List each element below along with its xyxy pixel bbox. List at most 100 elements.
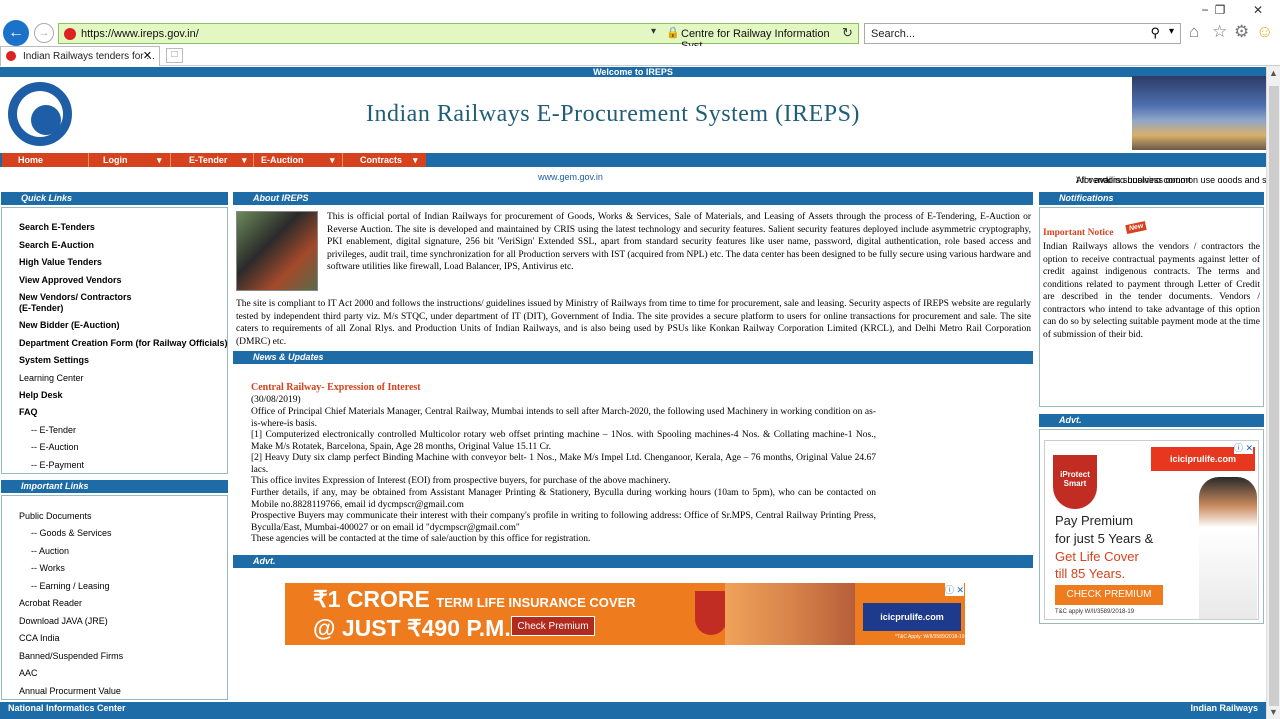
close-window-button[interactable]: ✕ (1243, 3, 1273, 19)
il-acrobat-reader[interactable]: Acrobat Reader (19, 598, 82, 608)
il-cca-india[interactable]: CCA India (19, 633, 60, 643)
page-scrollbar[interactable]: ▲ ▼ (1266, 66, 1280, 719)
news-line: Prospective Buyers may communicate their… (251, 511, 876, 533)
refresh-icon[interactable]: ↻ (842, 25, 853, 41)
news-line: [1] Computerized electronically controll… (251, 430, 876, 452)
ad-check-premium-button[interactable]: Check Premium (511, 616, 595, 636)
browser-nav-bar: ← → https://www.ireps.gov.in/ ▾ 🔒 Centre… (0, 20, 1280, 52)
news-line: Office of Principal Chief Materials Mana… (251, 407, 876, 429)
ql-faq-e-auction[interactable]: -- E-Auction (31, 442, 79, 452)
tab-bar: Indian Railways tenders for ... ✕ □ (0, 46, 1280, 66)
search-placeholder[interactable]: Search... (871, 28, 915, 40)
ql-system-settings[interactable]: System Settings (19, 355, 89, 365)
ql-faq-e-payment[interactable]: -- E-Payment (31, 460, 84, 470)
close-tab-icon[interactable]: ✕ (143, 49, 152, 62)
quick-links-heading: Quick Links (1, 192, 228, 205)
menu-home[interactable]: Home (18, 154, 43, 166)
indian-railways-logo[interactable] (8, 82, 72, 146)
address-dropdown-icon[interactable]: ▾ (651, 26, 656, 37)
web-page: Welcome to IREPS Indian Railways E-Procu… (0, 66, 1266, 719)
ql-new-vendors-etender[interactable]: (E-Tender) (19, 303, 63, 313)
settings-gear-icon[interactable]: ⚙ (1234, 22, 1249, 42)
insurance-banner-ad[interactable]: ₹1 CRORE TERM LIFE INSURANCE COVER @ JUS… (285, 583, 965, 645)
menu-e-tender-caret-icon[interactable]: ▾ (242, 154, 247, 166)
news-item-date: (30/08/2019) (251, 395, 301, 405)
news-line: This office invites Expression of Intere… (251, 476, 671, 486)
ql-search-e-tenders[interactable]: Search E-Tenders (19, 222, 95, 232)
il-download-java[interactable]: Download JAVA (JRE) (19, 616, 108, 626)
tab-favicon-icon (6, 51, 16, 61)
side-insurance-ad[interactable]: iProtect Smart iciciprulife.com Pay Prem… (1044, 440, 1259, 620)
footer-nic[interactable]: National Informatics Center (8, 703, 126, 713)
il-annual-procurement-value[interactable]: Annual Procurment Value (19, 686, 121, 696)
side-ad-info-close-icon[interactable]: ⓘ ✕ (1234, 441, 1254, 454)
ql-search-e-auction[interactable]: Search E-Auction (19, 240, 94, 250)
search-dropdown-icon[interactable]: ▾ (1169, 26, 1174, 37)
menu-login-caret-icon[interactable]: ▾ (157, 154, 162, 166)
search-icon[interactable]: ⚲ (1150, 25, 1160, 41)
maximize-button[interactable]: ❐ (1205, 3, 1235, 19)
news-item-title[interactable]: Central Railway- Expression of Interest (251, 382, 421, 393)
family-photo (725, 583, 855, 645)
il-aac[interactable]: AAC (19, 668, 38, 678)
site-title: Indian Railways E-Procurement System (IR… (366, 101, 860, 127)
browser-title-bar: − ❐ ✕ (0, 0, 1280, 22)
ql-learning-center[interactable]: Learning Center (19, 373, 84, 383)
side-advt-heading: Advt. (1039, 414, 1264, 427)
address-bar[interactable]: https://www.ireps.gov.in/ ▾ 🔒 Centre for… (58, 23, 859, 52)
side-ad-line: for just 5 Years & (1055, 531, 1154, 546)
menu-contracts[interactable]: Contracts (360, 154, 402, 166)
gem-portal-link[interactable]: www.gem.gov.in (538, 172, 603, 182)
news-container: Central Railway- Expression of Interest … (233, 364, 1033, 552)
site-favicon-icon (64, 28, 76, 40)
il-works[interactable]: -- Works (31, 563, 65, 573)
important-links-heading: Important Links (1, 480, 228, 493)
side-ad-check-premium-button[interactable]: CHECK PREMIUM (1055, 585, 1163, 605)
ql-high-value-tenders[interactable]: High Value Tenders (19, 257, 102, 267)
il-public-documents[interactable]: Public Documents (19, 511, 92, 521)
il-banned-firms[interactable]: Banned/Suspended Firms (19, 651, 123, 661)
address-url[interactable]: https://www.ireps.gov.in/ (81, 28, 199, 40)
about-heading: About IREPS (233, 192, 1033, 205)
ql-view-approved-vendors[interactable]: View Approved Vendors (19, 275, 122, 285)
side-ad-terms: T&C apply W/II/3589/2018-19 (1055, 609, 1135, 615)
il-goods-services[interactable]: -- Goods & Services (31, 528, 112, 538)
favorites-star-icon[interactable]: ☆ (1212, 22, 1227, 42)
ql-help-desk[interactable]: Help Desk (19, 390, 63, 400)
ad-logo[interactable]: icicprulife.com (863, 603, 961, 631)
menu-e-tender[interactable]: E-Tender (189, 154, 227, 166)
ql-faq[interactable]: FAQ (19, 407, 38, 417)
forward-button[interactable]: → (34, 23, 54, 43)
advt-heading: Advt. (233, 555, 1033, 568)
feedback-smiley-icon[interactable]: ☺ (1256, 22, 1273, 42)
menu-contracts-caret-icon[interactable]: ▾ (413, 154, 418, 166)
notice-title[interactable]: Important Notice (1043, 228, 1113, 238)
il-earning-leasing[interactable]: -- Earning / Leasing (31, 581, 110, 591)
browser-tab[interactable]: Indian Railways tenders for ... ✕ (0, 46, 160, 66)
ql-department-creation-form[interactable]: Department Creation Form (for Railway Of… (19, 338, 228, 348)
home-icon[interactable]: ⌂ (1189, 22, 1199, 42)
browser-search-box[interactable]: Search... ⚲ ▾ (864, 23, 1181, 44)
ad-headline-sub: TERM LIFE INSURANCE COVER (436, 595, 636, 610)
ad-info-close-icon[interactable]: ⓘ ✕ (945, 583, 965, 596)
ql-faq-e-tender[interactable]: -- E-Tender (31, 425, 76, 435)
back-button[interactable]: ← (3, 20, 29, 46)
scroll-up-icon[interactable]: ▲ (1269, 68, 1278, 78)
menu-e-auction-caret-icon[interactable]: ▾ (330, 154, 335, 166)
scrollbar-thumb[interactable] (1269, 86, 1279, 706)
scroll-down-icon[interactable]: ▼ (1269, 707, 1278, 717)
ql-new-vendors[interactable]: New Vendors/ Contractors (19, 292, 132, 302)
menu-e-auction[interactable]: E-Auction (261, 154, 304, 166)
footer-indian-railways[interactable]: Indian Railways (1190, 703, 1258, 713)
news-heading: News & Updates (233, 351, 1033, 364)
marquee-text-after: ) for availing business opport (1076, 175, 1192, 183)
il-auction[interactable]: -- Auction (31, 546, 69, 556)
menu-login[interactable]: Login (103, 154, 128, 166)
steam-locomotive-image (236, 211, 318, 291)
tab-title[interactable]: Indian Railways tenders for ... (23, 51, 155, 62)
new-tab-button[interactable]: □ (166, 48, 183, 63)
iprotect-smart-badge: iProtect Smart (1053, 455, 1097, 509)
news-line: Further details, if any, may be obtained… (251, 488, 876, 510)
lock-icon[interactable]: 🔒 (666, 26, 680, 39)
ql-new-bidder[interactable]: New Bidder (E-Auction) (19, 320, 120, 330)
